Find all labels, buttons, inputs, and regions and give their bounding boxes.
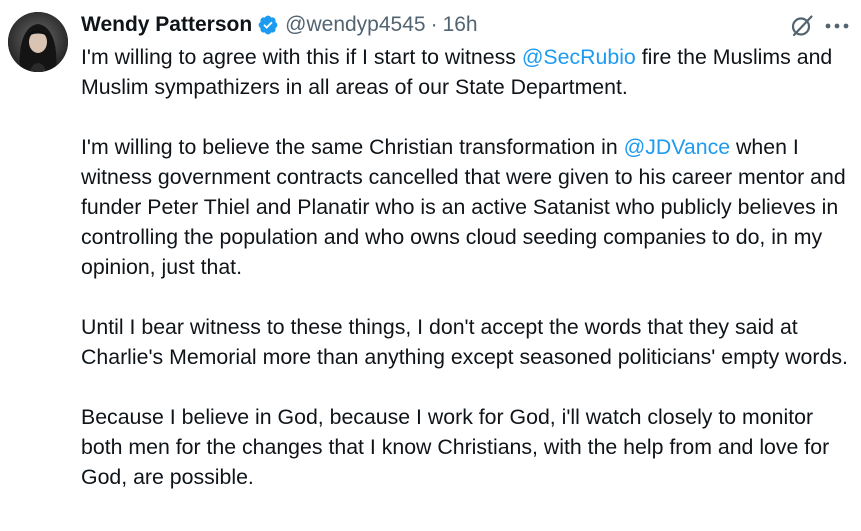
- handle[interactable]: @wendyp4545: [285, 13, 425, 37]
- avatar[interactable]: [8, 12, 68, 72]
- tweet-paragraph: Until I bear witness to these things, I …: [81, 315, 848, 369]
- verified-badge-icon[interactable]: [257, 14, 279, 36]
- grok-icon[interactable]: [789, 13, 815, 39]
- text-segment: I'm willing to agree with this if I star…: [81, 45, 522, 69]
- display-name[interactable]: Wendy Patterson: [81, 13, 252, 37]
- tweet-paragraph: I'm willing to agree with this if I star…: [81, 42, 856, 102]
- tweet-paragraph: Because I believe in God, because I work…: [81, 405, 830, 489]
- avatar-image: [8, 12, 68, 72]
- timestamp[interactable]: 16h: [443, 13, 478, 37]
- mention-secrubio[interactable]: @SecRubio: [522, 45, 636, 69]
- text-segment: I'm willing to believe the same Christia…: [81, 135, 624, 159]
- tweet-paragraph: I'm willing to believe the same Christia…: [81, 132, 856, 282]
- separator-dot: ·: [430, 13, 438, 36]
- mention-jdvance[interactable]: @JDVance: [624, 135, 730, 159]
- tweet: Wendy Patterson @wendyp4545 · 16h I'm wi…: [0, 0, 861, 531]
- tweet-text: I'm willing to agree with this if I star…: [81, 42, 856, 492]
- tweet-header: Wendy Patterson @wendyp4545 · 16h: [81, 10, 478, 40]
- more-icon[interactable]: [822, 14, 852, 38]
